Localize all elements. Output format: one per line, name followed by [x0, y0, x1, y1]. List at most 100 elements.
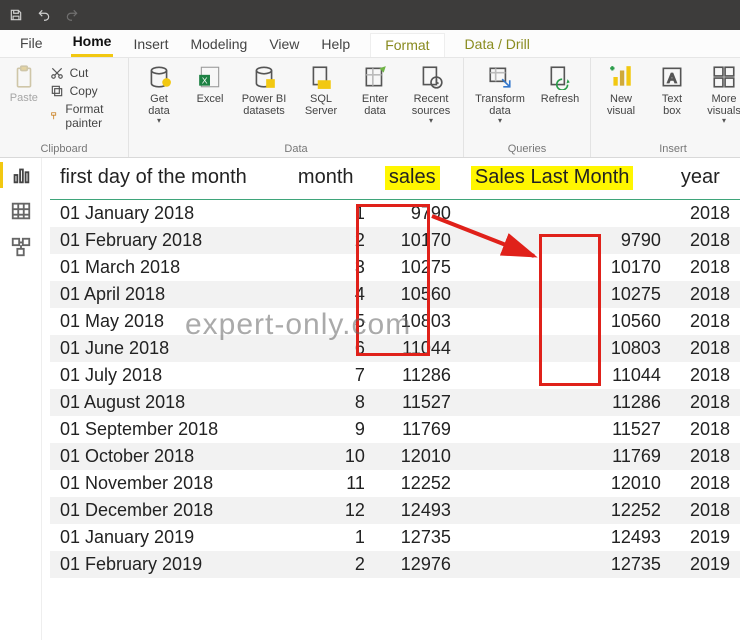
ribbon-group-queries: Transform data ▾ Refresh Queries: [464, 58, 591, 157]
text-box-button[interactable]: A Text box: [653, 62, 691, 117]
text-box-icon: A: [657, 62, 687, 92]
get-data-label: Get data: [148, 93, 169, 117]
tab-data-drill[interactable]: Data / Drill: [463, 32, 532, 57]
report-view-icon[interactable]: [10, 164, 32, 186]
cell-month: 1: [288, 524, 375, 551]
cell-year: 2018: [671, 281, 740, 308]
cell-month: 4: [288, 281, 375, 308]
tab-view[interactable]: View: [267, 32, 301, 57]
table-row[interactable]: 01 July 2018711286110442018: [50, 362, 740, 389]
new-visual-icon: [606, 62, 636, 92]
ribbon-group-clipboard: Paste Cut Copy Format painter Clipboard: [0, 58, 129, 157]
cell-sales: 12735: [375, 524, 461, 551]
refresh-label: Refresh: [541, 93, 580, 105]
table-row[interactable]: 01 January 2019112735124932019: [50, 524, 740, 551]
data-group-label: Data: [284, 143, 307, 155]
paste-label: Paste: [10, 92, 38, 104]
table-row[interactable]: 01 February 2019212976127352019: [50, 551, 740, 578]
tab-help[interactable]: Help: [319, 32, 352, 57]
tab-format[interactable]: Format: [370, 33, 444, 57]
sql-server-label: SQL Server: [305, 93, 337, 117]
table-row[interactable]: 01 May 2018510803105602018: [50, 308, 740, 335]
more-visuals-label: More visuals: [707, 93, 740, 117]
table-row[interactable]: 01 March 2018310275101702018: [50, 254, 740, 281]
tab-insert[interactable]: Insert: [131, 32, 170, 57]
excel-button[interactable]: X Excel: [191, 62, 229, 105]
cut-icon: [50, 66, 64, 80]
copy-button[interactable]: Copy: [50, 84, 120, 98]
format-painter-button[interactable]: Format painter: [50, 102, 120, 130]
table-row[interactable]: 01 February 201821017097902018: [50, 227, 740, 254]
cell-year: 2018: [671, 335, 740, 362]
clipboard-group-label: Clipboard: [40, 143, 87, 155]
paste-button[interactable]: Paste: [8, 62, 40, 104]
cell-day: 01 March 2018: [50, 254, 288, 281]
undo-icon[interactable]: [36, 7, 52, 23]
tab-home[interactable]: Home: [71, 29, 114, 57]
cell-year: 2018: [671, 416, 740, 443]
sql-server-button[interactable]: SQL Server: [299, 62, 343, 117]
cell-year: 2018: [671, 308, 740, 335]
cell-sales: 9790: [375, 200, 461, 228]
table-row[interactable]: 01 April 2018410560102752018: [50, 281, 740, 308]
table-row[interactable]: 01 January 2018197902018: [50, 200, 740, 228]
chevron-down-icon: ▾: [498, 118, 502, 124]
transform-data-label: Transform data: [475, 93, 525, 117]
col-header-sales[interactable]: sales: [375, 160, 461, 200]
pbi-datasets-button[interactable]: Power BI datasets: [239, 62, 289, 117]
cell-sales: 12976: [375, 551, 461, 578]
cut-button[interactable]: Cut: [50, 66, 120, 80]
cell-last-month: 11769: [461, 443, 671, 470]
svg-text:X: X: [202, 76, 208, 86]
pbi-datasets-icon: [249, 62, 279, 92]
cell-year: 2018: [671, 200, 740, 228]
model-view-icon[interactable]: [10, 236, 32, 258]
cell-last-month: 10275: [461, 281, 671, 308]
col-header-month[interactable]: month: [288, 160, 375, 200]
cell-month: 8: [288, 389, 375, 416]
cell-day: 01 July 2018: [50, 362, 288, 389]
cell-last-month: 10170: [461, 254, 671, 281]
tab-file[interactable]: File: [10, 31, 53, 57]
table-row[interactable]: 01 October 20181012010117692018: [50, 443, 740, 470]
cell-sales: 11044: [375, 335, 461, 362]
tab-modeling[interactable]: Modeling: [188, 32, 249, 57]
cell-last-month: 10560: [461, 308, 671, 335]
recent-sources-button[interactable]: Recent sources ▾: [407, 62, 455, 124]
col-header-year[interactable]: year: [671, 160, 740, 200]
format-painter-label: Format painter: [65, 102, 120, 130]
text-box-label: Text box: [662, 93, 682, 117]
enter-data-label: Enter data: [362, 93, 388, 117]
transform-data-button[interactable]: Transform data ▾: [472, 62, 528, 124]
cell-day: 01 February 2019: [50, 551, 288, 578]
save-icon[interactable]: [8, 7, 24, 23]
table-row[interactable]: 01 June 2018611044108032018: [50, 335, 740, 362]
cell-day: 01 October 2018: [50, 443, 288, 470]
cell-day: 01 May 2018: [50, 308, 288, 335]
enter-data-icon: [360, 62, 390, 92]
cell-sales: 11769: [375, 416, 461, 443]
table-row[interactable]: 01 November 20181112252120102018: [50, 470, 740, 497]
cell-day: 01 June 2018: [50, 335, 288, 362]
table-row[interactable]: 01 September 2018911769115272018: [50, 416, 740, 443]
cell-sales: 12252: [375, 470, 461, 497]
cut-label: Cut: [70, 66, 89, 80]
format-painter-icon: [50, 109, 60, 123]
enter-data-button[interactable]: Enter data: [353, 62, 397, 117]
table-row[interactable]: 01 December 20181212493122522018: [50, 497, 740, 524]
queries-group-label: Queries: [508, 143, 547, 155]
cell-sales: 12010: [375, 443, 461, 470]
chevron-down-icon: ▾: [157, 118, 161, 124]
data-view-icon[interactable]: [10, 200, 32, 222]
refresh-button[interactable]: Refresh: [538, 62, 582, 105]
more-visuals-button[interactable]: More visuals ▾: [701, 62, 740, 124]
cell-month: 7: [288, 362, 375, 389]
cell-day: 01 February 2018: [50, 227, 288, 254]
cell-day: 01 August 2018: [50, 389, 288, 416]
table-row[interactable]: 01 August 2018811527112862018: [50, 389, 740, 416]
get-data-button[interactable]: Get data ▾: [137, 62, 181, 124]
get-data-icon: [144, 62, 174, 92]
col-header-day[interactable]: first day of the month: [50, 160, 288, 200]
col-header-last-month[interactable]: Sales Last Month: [461, 160, 671, 200]
new-visual-button[interactable]: New visual: [599, 62, 643, 117]
